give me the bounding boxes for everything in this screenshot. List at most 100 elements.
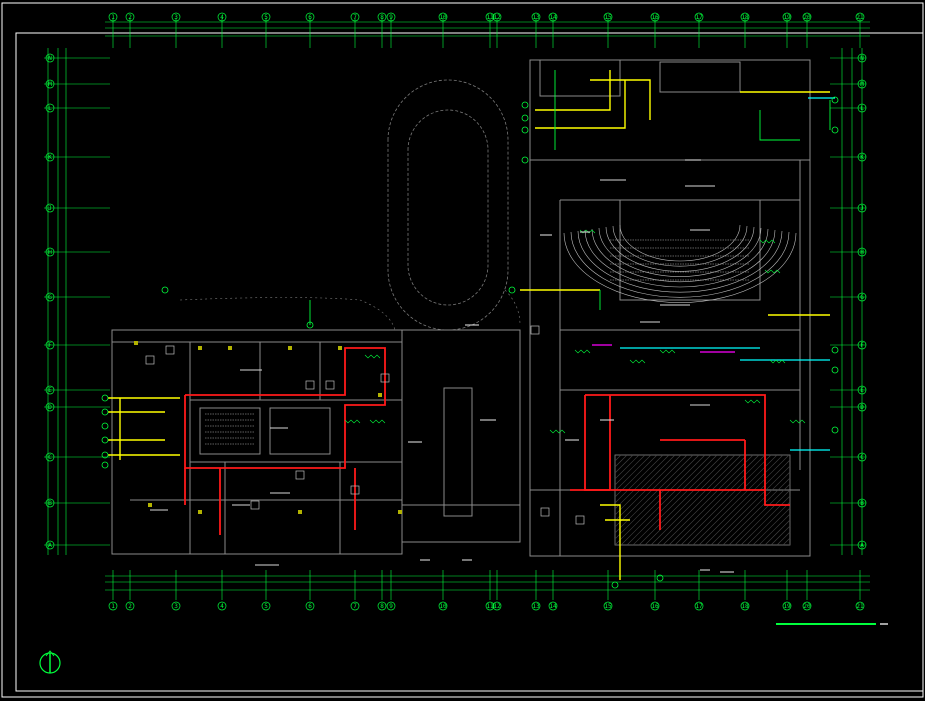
axis-bubble-top: 2 <box>125 12 135 22</box>
axis-bubble-top: 9 <box>386 12 396 22</box>
axis-label-top: 13 <box>532 14 540 21</box>
axis-label-top: 3 <box>174 14 178 21</box>
axis-bubble-top: 4 <box>217 12 227 22</box>
axis-bubble-top: 6 <box>305 12 315 22</box>
valve-symbol <box>831 366 839 374</box>
axis-label-right: K <box>860 154 864 161</box>
coil-symbols <box>344 229 806 434</box>
axis-label-bottom: 1 <box>111 603 115 610</box>
axis-label-bottom: 12 <box>493 603 501 610</box>
axis-bubble-bottom: 18 <box>740 601 750 611</box>
axis-label-bottom: 21 <box>856 603 864 610</box>
axis-label-right: E <box>860 387 864 394</box>
axis-label-left: H <box>48 249 52 256</box>
valve-symbol <box>831 426 839 434</box>
axis-label-left: L <box>48 105 52 112</box>
axis-bubble-bottom: 20 <box>802 601 812 611</box>
valve-symbol <box>521 126 529 134</box>
axis-label-bottom: 7 <box>353 603 357 610</box>
axis-label-left: E <box>48 387 52 394</box>
axis-label-top: 2 <box>128 14 132 21</box>
axis-label-bottom: 6 <box>308 603 312 610</box>
axis-label-top: 4 <box>220 14 224 21</box>
valve-symbol <box>508 286 516 294</box>
axis-bubble-bottom: 7 <box>350 601 360 611</box>
axis-bubble-bottom: 17 <box>694 601 704 611</box>
axis-label-left: A <box>48 542 52 549</box>
valve-symbol <box>521 114 529 122</box>
valve-symbol <box>521 156 529 164</box>
axis-label-top: 8 <box>380 14 384 21</box>
north-arrow-icon <box>39 650 61 674</box>
axis-bubble-bottom: 13 <box>531 601 541 611</box>
axis-label-top: 15 <box>604 14 612 21</box>
axis-bubble-bottom: 19 <box>782 601 792 611</box>
axis-bubble-bottom: 10 <box>438 601 448 611</box>
axis-bubble-bottom: 8 <box>377 601 387 611</box>
axis-bubble-top: 20 <box>802 12 812 22</box>
axis-bubble-bottom: 1 <box>108 601 118 611</box>
axis-label-left: K <box>48 154 52 161</box>
fire-pipes <box>184 347 790 535</box>
axis-bubble-top: 1 <box>108 12 118 22</box>
valve-symbol <box>611 581 619 589</box>
axis-label-bottom: 4 <box>220 603 224 610</box>
running-track <box>387 79 509 331</box>
valve-symbol <box>101 422 109 430</box>
axis-label-bottom: 13 <box>532 603 540 610</box>
valve-symbol <box>101 436 109 444</box>
axis-bubble-top: 10 <box>438 12 448 22</box>
axis-label-left: C <box>48 454 52 461</box>
axis-label-top: 12 <box>493 14 501 21</box>
axis-bubble-bottom: 3 <box>171 601 181 611</box>
axis-bubble-bottom: 6 <box>305 601 315 611</box>
axis-label-left: B <box>48 500 52 507</box>
axis-bubble-top: 13 <box>531 12 541 22</box>
axis-bubble-bottom: 21 <box>855 601 865 611</box>
auditorium-seating <box>563 224 797 303</box>
axis-label-right: C <box>860 454 864 461</box>
axis-label-top: 7 <box>353 14 357 21</box>
axis-bubble-top: 21 <box>855 12 865 22</box>
axis-label-bottom: 14 <box>549 603 557 610</box>
building-walls <box>111 59 811 557</box>
axis-label-right: G <box>860 294 864 301</box>
valve-symbol <box>831 346 839 354</box>
axis-label-right: A <box>860 542 864 549</box>
hatched-area <box>614 454 791 546</box>
axis-label-top: 16 <box>651 14 659 21</box>
axis-bubble-top: 17 <box>694 12 704 22</box>
site-curve <box>179 289 521 331</box>
axis-label-bottom: 5 <box>264 603 268 610</box>
valve-symbol <box>101 394 109 402</box>
axis-bubble-top: 15 <box>603 12 613 22</box>
axis-label-bottom: 9 <box>389 603 393 610</box>
lecture-seating <box>205 413 255 445</box>
axis-label-right: D <box>860 404 864 411</box>
axis-label-top: 1 <box>111 14 115 21</box>
axis-bubble-top: 16 <box>650 12 660 22</box>
axis-bubble-top: 18 <box>740 12 750 22</box>
axis-label-bottom: 15 <box>604 603 612 610</box>
axis-bubble-top: 7 <box>350 12 360 22</box>
axis-label-bottom: 18 <box>741 603 749 610</box>
axis-label-top: 17 <box>695 14 703 21</box>
axis-label-top: 9 <box>389 14 393 21</box>
axis-bubble-top: 19 <box>782 12 792 22</box>
axis-label-left: M <box>48 81 52 88</box>
axis-label-left: G <box>48 294 52 301</box>
axis-label-bottom: 20 <box>803 603 811 610</box>
axis-label-left: J <box>48 205 52 212</box>
axis-label-bottom: 8 <box>380 603 384 610</box>
axis-label-bottom: 2 <box>128 603 132 610</box>
axis-grid <box>44 18 870 600</box>
axis-label-top: 10 <box>439 14 447 21</box>
axis-bubble-bottom: 12 <box>492 601 502 611</box>
axis-label-right: L <box>860 105 864 112</box>
axis-label-right: M <box>860 81 864 88</box>
axis-label-bottom: 19 <box>783 603 791 610</box>
axis-bubble-bottom: 5 <box>261 601 271 611</box>
axis-bubble-bottom: 2 <box>125 601 135 611</box>
axis-label-right: H <box>860 249 864 256</box>
cad-drawing: 1 1 2 2 3 3 4 4 5 5 6 6 7 7 8 8 9 9 10 10 11 11 12 12 13 13 14 14 15… <box>0 0 925 701</box>
